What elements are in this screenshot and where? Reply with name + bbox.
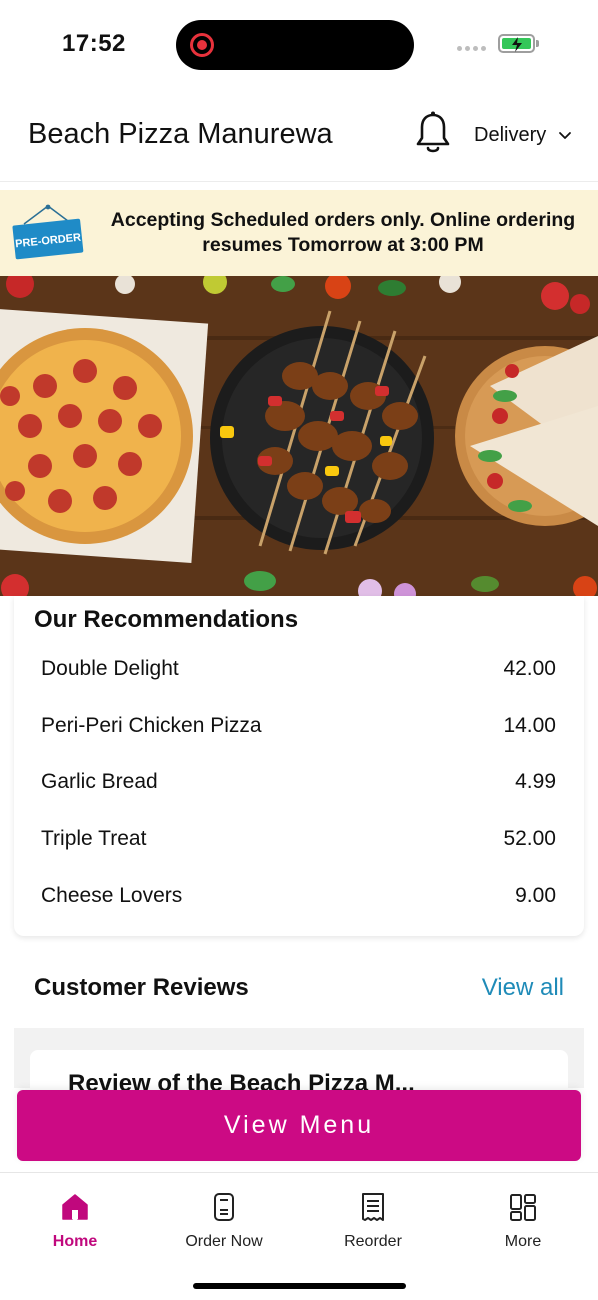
tab-label: More [504,1233,542,1250]
delivery-mode-selector[interactable]: Delivery [474,124,572,147]
view-all-reviews-link[interactable]: View all [482,974,564,1002]
chevron-down-icon [559,131,572,139]
scheduled-orders-banner: PRE-ORDER Accepting Scheduled orders onl… [0,190,598,276]
status-time: 17:52 [62,30,126,57]
tab-label: Order Now [185,1233,263,1250]
banner-message: Accepting Scheduled orders only. Online … [110,209,576,256]
recommendation-item[interactable]: Double Delight 42.00 [14,652,584,709]
app-header: Beach Pizza Manurewa Delivery [0,90,598,182]
battery-charging-icon [498,34,535,53]
home-indicator [193,1283,406,1289]
recommendation-item-price: 4.99 [515,770,556,794]
recommendations-list: Double Delight 42.00 Peri-Peri Chicken P… [14,652,584,935]
home-icon [62,1194,88,1220]
customer-reviews-title: Customer Reviews [34,974,249,1001]
recommendation-item[interactable]: Garlic Bread 4.99 [14,765,584,822]
store-name: Beach Pizza Manurewa [28,118,333,150]
tab-more[interactable]: More [463,1191,583,1251]
tab-home[interactable]: Home [15,1191,135,1251]
receipt-icon [362,1193,384,1221]
tab-label: Reorder [344,1233,402,1250]
tab-label: Home [52,1233,98,1250]
recommendations-card: Our Recommendations Double Delight 42.00… [14,596,584,936]
bottom-tab-bar: Home Order Now Reorder More [0,1172,598,1300]
view-menu-button[interactable]: View Menu [17,1090,581,1161]
recommendation-item[interactable]: Triple Treat 52.00 [14,822,584,879]
battery-cap [536,40,539,47]
delivery-label: Delivery [474,124,547,146]
bell-icon[interactable] [413,110,453,156]
recommendation-item-name: Triple Treat [41,827,147,851]
recommendation-item-name: Double Delight [41,657,179,680]
screen-record-icon [190,33,214,57]
recommendation-item-price: 9.00 [515,883,556,907]
recommendation-item-price: 52.00 [503,827,556,851]
recommendation-item-name: Peri-Peri Chicken Pizza [41,713,262,737]
order-now-icon [214,1193,234,1221]
recommendation-item-name: Cheese Lovers [41,883,183,907]
customer-reviews-header: Customer Reviews View all [14,948,584,1028]
pre-order-tag-icon: PRE-ORDER [12,204,84,260]
signal-dots-icon [457,46,486,51]
recommendation-item[interactable]: Cheese Lovers 9.00 [14,879,584,936]
status-bar: 17:52 [0,0,598,90]
dynamic-island [176,20,414,70]
hero-food-image [0,276,598,596]
recommendation-item-name: Garlic Bread [41,770,158,794]
grid-icon [510,1194,536,1221]
recommendation-item-price: 14.00 [503,713,556,737]
tab-reorder[interactable]: Reorder [313,1191,433,1251]
recommendations-title: Our Recommendations [34,606,299,633]
recommendation-item-price: 42.00 [503,657,556,680]
recommendation-item[interactable]: Peri-Peri Chicken Pizza 14.00 [14,709,584,766]
tab-order-now[interactable]: Order Now [164,1191,284,1251]
